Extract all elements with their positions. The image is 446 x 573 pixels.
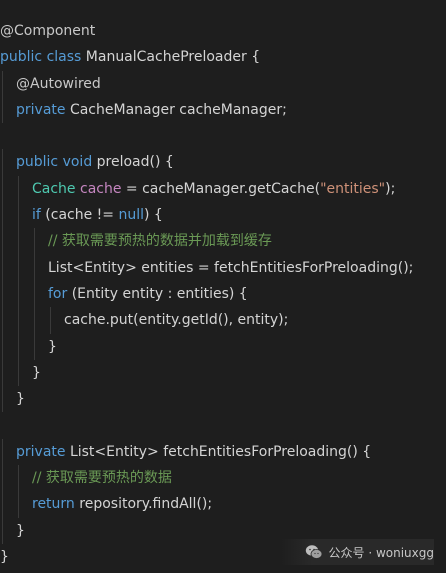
indent-guide bbox=[18, 280, 19, 308]
indent-guide bbox=[50, 307, 51, 334]
indent-guide bbox=[18, 333, 19, 360]
indent-guide bbox=[2, 202, 3, 229]
indent-guide bbox=[2, 280, 3, 308]
code-token-default: ) { bbox=[143, 207, 163, 224]
indent-guide bbox=[2, 359, 3, 387]
code-token-default: } bbox=[16, 391, 25, 408]
code-line: private List<Entity> fetchEntitiesForPre… bbox=[0, 438, 446, 466]
indent-guide bbox=[2, 307, 3, 334]
indent-guide bbox=[34, 280, 35, 308]
code-token-default: repository.findAll(); bbox=[79, 496, 213, 513]
code-token-keyword: return bbox=[32, 496, 80, 513]
watermark-text: 公众号 · woniuxgg bbox=[328, 545, 434, 560]
code-line: private CacheManager cacheManager; bbox=[0, 96, 446, 124]
code-token-default: } bbox=[16, 522, 25, 539]
indent-guide bbox=[18, 228, 19, 255]
code-line: for (Entity entity : entities) { bbox=[0, 280, 446, 308]
indent-guide bbox=[2, 517, 3, 544]
indent-guide bbox=[34, 333, 35, 360]
code-token-keyword: null bbox=[118, 207, 144, 224]
indent-guide bbox=[2, 175, 3, 203]
code-token-default: ManualCachePreloader { bbox=[85, 49, 261, 66]
code-line: List<Entity> entities = fetchEntitiesFor… bbox=[0, 254, 446, 281]
code-token-default: CacheManager cacheManager; bbox=[69, 101, 287, 118]
code-line: } bbox=[0, 333, 446, 360]
indent-guide bbox=[18, 175, 19, 203]
indent-guide bbox=[2, 386, 3, 413]
code-line: // 获取需要预热的数据并加载到缓存 bbox=[0, 228, 446, 255]
indent-guide bbox=[2, 333, 3, 360]
indent-guide bbox=[18, 202, 19, 229]
code-token-annotation: @Autowired bbox=[16, 75, 101, 92]
code-token-default: = cacheManager.getCache( bbox=[121, 180, 321, 197]
code-token-default: } bbox=[0, 548, 9, 565]
code-token-default: } bbox=[48, 338, 57, 355]
code-token-string: "entities" bbox=[320, 180, 386, 197]
code-line: public class ManualCachePreloader { bbox=[0, 44, 446, 70]
code-line: public void preload() { bbox=[0, 149, 446, 176]
code-token-type: Cache bbox=[32, 180, 80, 197]
code-line: if (cache != null) { bbox=[0, 202, 446, 229]
code-line: Cache cache = cacheManager.getCache("ent… bbox=[0, 175, 446, 203]
code-token-default: preload() { bbox=[96, 154, 174, 171]
indent-guide bbox=[18, 254, 19, 281]
code-token-keyword: if bbox=[32, 207, 46, 224]
code-line: // 获取需要预热的数据 bbox=[0, 465, 446, 492]
code-token-comment: // 获取需要预热的数据并加载到缓存 bbox=[48, 233, 272, 250]
indent-guide bbox=[2, 70, 3, 97]
indent-guide bbox=[2, 465, 3, 492]
indent-guide bbox=[2, 228, 3, 255]
indent-guide bbox=[34, 254, 35, 281]
indent-guide bbox=[2, 149, 3, 176]
code-line: } bbox=[0, 359, 446, 387]
code-token-default: cache.put(entity.getId(), entity); bbox=[64, 312, 289, 329]
code-token-keyword: private bbox=[16, 101, 70, 118]
code-token-variable: cache bbox=[80, 180, 122, 197]
code-token-default: List<Entity> entities = fetchEntitiesFor… bbox=[48, 259, 414, 276]
indent-guide bbox=[18, 491, 19, 518]
code-token-default: List<Entity> fetchEntitiesForPreloading(… bbox=[69, 443, 372, 460]
code-line: } bbox=[0, 386, 446, 413]
code-token-keyword: private bbox=[16, 443, 70, 460]
code-token-keyword: public void bbox=[16, 154, 97, 171]
indent-guide bbox=[2, 254, 3, 281]
code-token-keyword: for bbox=[48, 285, 72, 302]
wechat-icon bbox=[305, 545, 322, 559]
code-token-keyword: public class bbox=[0, 49, 86, 66]
code-token-default: ); bbox=[385, 180, 396, 197]
indent-guide bbox=[18, 465, 19, 492]
code-token-comment: // 获取需要预热的数据 bbox=[32, 470, 172, 487]
indent-guide bbox=[34, 228, 35, 255]
indent-guide bbox=[2, 96, 3, 124]
indent-guide bbox=[18, 359, 19, 387]
watermark: 公众号 · woniuxgg bbox=[280, 539, 434, 565]
code-token-default: (cache != bbox=[45, 207, 119, 224]
indent-guide bbox=[18, 307, 19, 334]
indent-guide bbox=[34, 307, 35, 334]
code-token-default: (Entity entity : entities) { bbox=[71, 285, 248, 302]
indent-guide bbox=[2, 438, 3, 466]
code-line: @Autowired bbox=[0, 70, 446, 97]
code-token-default: } bbox=[32, 364, 41, 381]
code-line: return repository.findAll(); bbox=[0, 491, 446, 518]
code-line: @Component bbox=[0, 18, 446, 44]
indent-guide bbox=[2, 491, 3, 518]
code-block: @Component public class ManualCachePreloa… bbox=[0, 18, 446, 570]
code-line: cache.put(entity.getId(), entity); bbox=[0, 307, 446, 334]
code-token-annotation: @Component bbox=[0, 23, 96, 39]
